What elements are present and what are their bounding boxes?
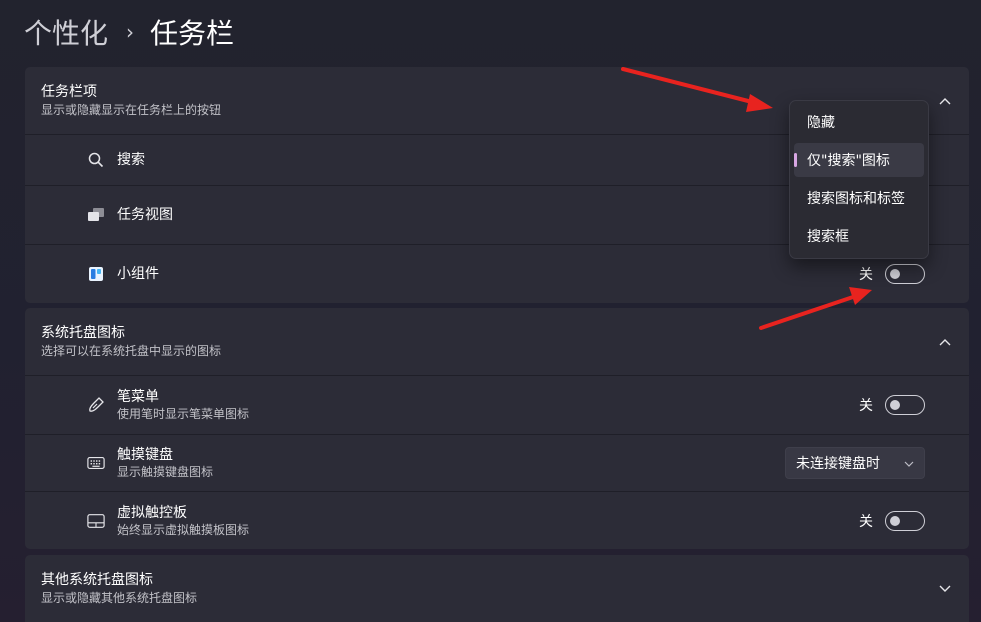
chevron-down-icon[interactable] bbox=[935, 579, 955, 599]
virtual-touchpad-state-text: 关 bbox=[859, 513, 873, 530]
toggle-knob bbox=[890, 515, 900, 526]
section-title: 任务栏项 bbox=[41, 84, 97, 100]
selection-indicator bbox=[794, 153, 797, 167]
search-icon bbox=[87, 151, 105, 169]
section-title: 系统托盘图标 bbox=[41, 325, 125, 341]
widgets-toggle[interactable] bbox=[885, 263, 925, 284]
touch-keyboard-label: 触摸键盘 bbox=[117, 447, 173, 463]
task-view-label: 任务视图 bbox=[117, 207, 173, 223]
chevron-up-icon[interactable] bbox=[935, 332, 955, 352]
pen-menu-state-text: 关 bbox=[859, 398, 873, 414]
virtual-touchpad-label: 虚拟触控板 bbox=[117, 504, 187, 521]
breadcrumb-parent[interactable]: 个性化 bbox=[24, 12, 108, 52]
touch-keyboard-select[interactable]: 未连接键盘时 bbox=[785, 447, 925, 479]
page-title: 任务栏 bbox=[150, 17, 235, 50]
search-options-flyout: 隐藏 仅"搜索"图标 搜索图标和标签 搜索框 bbox=[789, 100, 929, 259]
widgets-icon bbox=[87, 265, 105, 283]
section-subtitle: 显示或隐藏其他系统托盘图标 bbox=[41, 591, 198, 605]
search-option-hide[interactable]: 隐藏 bbox=[794, 105, 924, 139]
touch-keyboard-desc: 显示触摸键盘图标 bbox=[117, 465, 214, 479]
select-value: 未连接键盘时 bbox=[796, 456, 880, 472]
search-option-icon-and-label[interactable]: 搜索图标和标签 bbox=[794, 181, 924, 215]
task-view-icon bbox=[87, 206, 105, 224]
chevron-up-icon[interactable] bbox=[935, 91, 955, 111]
virtual-touchpad-row[interactable]: 虚拟触控板 始终显示虚拟触摸板图标 关 bbox=[25, 491, 969, 549]
other-tray-header[interactable]: 其他系统托盘图标 显示或隐藏其他系统托盘图标 bbox=[25, 555, 969, 622]
section-title: 其他系统托盘图标 bbox=[41, 572, 153, 588]
pen-menu-row[interactable]: 笔菜单 使用笔时显示笔菜单图标 关 bbox=[25, 375, 969, 434]
pen-icon bbox=[87, 396, 105, 414]
tray-icons-header[interactable]: 系统托盘图标 选择可以在系统托盘中显示的图标 bbox=[25, 308, 969, 375]
search-option-search-box[interactable]: 搜索框 bbox=[794, 219, 924, 253]
section-subtitle: 选择可以在系统托盘中显示的图标 bbox=[41, 344, 222, 358]
pen-menu-toggle[interactable] bbox=[885, 395, 925, 415]
tray-icons-card: 系统托盘图标 选择可以在系统托盘中显示的图标 笔菜单 使用笔时显示笔菜单图标 关… bbox=[25, 308, 969, 549]
other-tray-card: 其他系统托盘图标 显示或隐藏其他系统托盘图标 bbox=[25, 555, 969, 622]
toggle-knob bbox=[890, 400, 900, 410]
search-option-icon-only[interactable]: 仅"搜索"图标 bbox=[794, 143, 924, 177]
widgets-label: 小组件 bbox=[117, 265, 159, 282]
chevron-down-icon bbox=[904, 455, 914, 471]
touch-keyboard-row[interactable]: 触摸键盘 显示触摸键盘图标 未连接键盘时 bbox=[25, 434, 969, 491]
touchpad-icon bbox=[87, 512, 105, 530]
virtual-touchpad-desc: 始终显示虚拟触摸板图标 bbox=[117, 522, 250, 537]
breadcrumb-separator-icon: › bbox=[126, 20, 135, 44]
virtual-touchpad-toggle[interactable] bbox=[885, 510, 925, 531]
breadcrumb: 个性化 › 任务栏 bbox=[24, 10, 234, 54]
option-label: 仅"搜索"图标 bbox=[807, 153, 890, 169]
keyboard-icon bbox=[87, 454, 105, 472]
search-label: 搜索 bbox=[117, 152, 145, 168]
pen-menu-desc: 使用笔时显示笔菜单图标 bbox=[117, 407, 250, 421]
toggle-knob bbox=[890, 268, 900, 279]
widgets-state-text: 关 bbox=[859, 266, 873, 283]
pen-menu-label: 笔菜单 bbox=[117, 389, 159, 405]
